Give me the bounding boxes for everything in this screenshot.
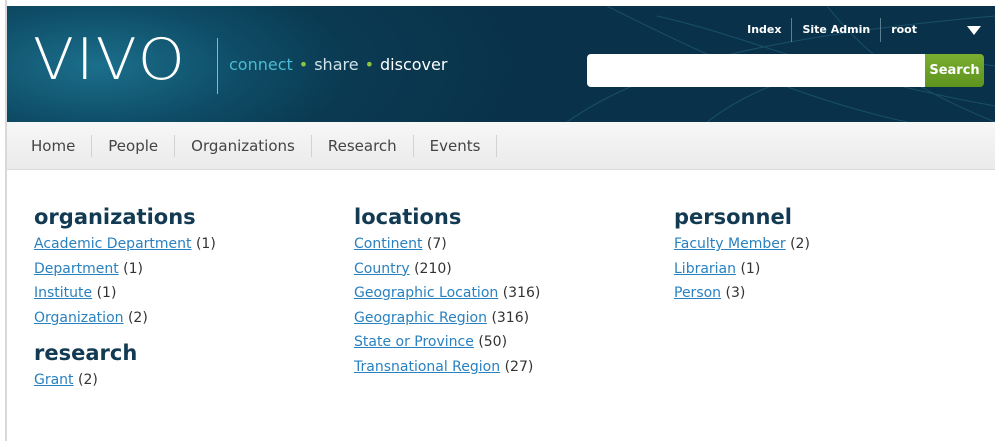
group-title: locations — [354, 205, 462, 229]
class-link[interactable]: Geographic Location — [354, 285, 498, 301]
class-count: (2) — [127, 309, 148, 326]
tagline-dot: • — [298, 55, 309, 74]
group-title: personnel — [674, 205, 792, 229]
nav-research[interactable]: Research — [312, 134, 414, 157]
class-count: (210) — [414, 260, 452, 277]
list-item: Geographic Region (316) — [354, 306, 540, 331]
list-item: Faculty Member (2) — [674, 232, 810, 257]
class-count: (2) — [790, 236, 810, 252]
tagline-dot: • — [364, 55, 375, 74]
menu-site-admin-link[interactable]: Site Admin — [791, 18, 880, 42]
main-nav: Home People Organizations Research Event… — [7, 122, 995, 170]
class-count: (7) — [426, 236, 447, 252]
nav-organizations[interactable]: Organizations — [175, 134, 312, 157]
class-link[interactable]: Department — [34, 261, 119, 277]
tagline-discover: discover — [380, 55, 448, 74]
search-input[interactable] — [587, 54, 925, 87]
nav-people[interactable]: People — [92, 134, 176, 157]
class-link[interactable]: Librarian — [674, 261, 736, 277]
group-title: research — [34, 341, 138, 366]
class-link[interactable]: Academic Department — [34, 236, 192, 252]
nav-events[interactable]: Events — [414, 134, 498, 157]
class-link[interactable]: Person — [674, 285, 721, 301]
class-link[interactable]: Faculty Member — [674, 236, 786, 252]
logo-divider — [217, 38, 218, 94]
class-link[interactable]: State or Province — [354, 334, 474, 350]
list-item: Institute (1) — [34, 281, 216, 306]
chevron-down-icon[interactable] — [967, 25, 981, 35]
class-count: (2) — [78, 372, 98, 389]
list-item: Continent (7) — [354, 232, 540, 257]
class-count: (50) — [478, 334, 508, 351]
vivo-logo[interactable]: VIVO — [33, 28, 187, 92]
site-header: VIVO connect • share • discover Index Site A… — [7, 6, 995, 122]
class-count: (1) — [740, 260, 761, 277]
class-link[interactable]: Transnational Region — [354, 359, 500, 375]
list-item: Librarian (1) — [674, 257, 810, 282]
class-link[interactable]: Organization — [34, 310, 124, 326]
group-research: research Grant (2) — [34, 340, 216, 393]
page: VIVO connect • share • discover Index Site A… — [0, 0, 995, 441]
class-link[interactable]: Continent — [354, 236, 422, 252]
list-item: State or Province (50) — [354, 330, 540, 355]
menu-user-root[interactable]: root — [880, 18, 927, 42]
list-item: Department (1) — [34, 257, 216, 282]
column-left: organizations Academic Department (1) De… — [34, 204, 216, 393]
menu-index-link[interactable]: Index — [737, 18, 791, 42]
list-item: Grant (2) — [34, 368, 216, 393]
tagline: connect • share • discover — [229, 55, 447, 75]
nav-home[interactable]: Home — [19, 134, 93, 157]
class-link[interactable]: Institute — [34, 285, 92, 301]
list-item: Geographic Location (316) — [354, 281, 540, 306]
group-title: organizations — [34, 205, 196, 229]
column-right: personnel Faculty Member (2) Librarian (… — [674, 204, 810, 306]
class-link[interactable]: Grant — [34, 372, 74, 388]
list-item: Person (3) — [674, 281, 810, 306]
class-count: (1) — [96, 285, 117, 302]
group-personnel: personnel Faculty Member (2) Librarian (… — [674, 204, 810, 306]
list-item: Transnational Region (27) — [354, 355, 540, 380]
class-link[interactable]: Country — [354, 261, 410, 277]
class-count: (316) — [502, 285, 541, 302]
user-menu: Index Site Admin root — [737, 18, 995, 42]
class-count: (1) — [195, 236, 216, 252]
search-button[interactable]: Search — [925, 54, 984, 87]
group-organizations: organizations Academic Department (1) De… — [34, 204, 216, 330]
list-item: Organization (2) — [34, 306, 216, 331]
class-count: (27) — [504, 358, 534, 375]
class-link[interactable]: Geographic Region — [354, 310, 487, 326]
list-item: Country (210) — [354, 257, 540, 282]
tagline-share: share — [314, 55, 359, 74]
group-locations: locations Continent (7) Country (210) Ge… — [354, 204, 540, 380]
column-middle: locations Continent (7) Country (210) Ge… — [354, 204, 540, 380]
class-count: (3) — [725, 285, 746, 302]
list-item: Academic Department (1) — [34, 232, 216, 257]
class-count: (316) — [491, 309, 530, 326]
tagline-connect: connect — [229, 55, 293, 74]
class-count: (1) — [123, 260, 144, 277]
